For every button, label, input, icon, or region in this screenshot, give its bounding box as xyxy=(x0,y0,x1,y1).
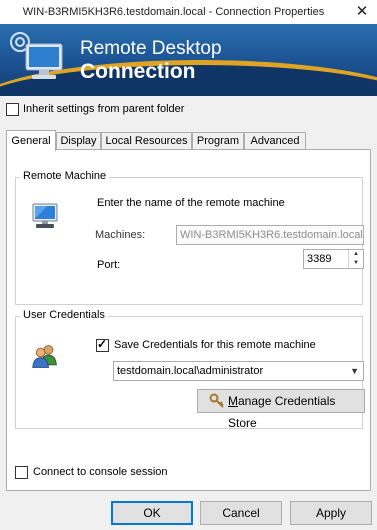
user-credentials-group-title: User Credentials xyxy=(20,309,108,321)
port-field[interactable]: 3389 ▲ ▼ xyxy=(303,249,364,269)
console-session-label: Connect to console session xyxy=(33,466,168,478)
tab-advanced[interactable]: Advanced xyxy=(244,132,306,150)
title-bar: WIN-B3RMI5KH3R6.testdomain.local - Conne… xyxy=(0,0,377,25)
tab-local-resources[interactable]: Local Resources xyxy=(101,132,192,150)
save-credentials-checkbox[interactable] xyxy=(96,337,109,352)
manage-credentials-accel: M xyxy=(228,394,238,408)
remote-machine-instruction: Enter the name of the remote machine xyxy=(97,197,285,209)
remote-machine-group-title: Remote Machine xyxy=(20,170,110,182)
window-title: WIN-B3RMI5KH3R6.testdomain.local - Conne… xyxy=(22,6,325,18)
ok-button[interactable]: OK xyxy=(111,501,193,525)
remote-desktop-logo-icon xyxy=(10,32,63,79)
key-icon xyxy=(209,393,224,408)
port-label: Port: xyxy=(97,259,121,271)
tab-program[interactable]: Program xyxy=(192,132,244,150)
manage-credentials-button[interactable]: Manage Credentials Store xyxy=(197,389,365,430)
cancel-button[interactable]: Cancel xyxy=(200,501,282,525)
computer-icon xyxy=(32,203,58,228)
spin-up-icon[interactable]: ▲ xyxy=(349,250,363,259)
users-icon xyxy=(32,345,57,368)
port-value: 3389 xyxy=(307,253,332,265)
chevron-down-icon[interactable]: ▼ xyxy=(350,362,359,380)
machines-field[interactable]: WIN-B3RMI5KH3R6.testdomain.local xyxy=(176,225,364,245)
apply-button[interactable]: Apply xyxy=(290,501,372,525)
close-icon[interactable]: ✕ xyxy=(353,3,371,21)
tab-general[interactable]: General xyxy=(6,130,56,151)
tab-display[interactable]: Display xyxy=(56,132,101,150)
spin-down-icon[interactable]: ▼ xyxy=(349,259,363,268)
machines-label: Machines: xyxy=(95,229,146,241)
port-stepper[interactable]: ▲ ▼ xyxy=(348,250,363,268)
manage-credentials-label: anage Credentials Store xyxy=(228,394,336,430)
inherit-checkbox[interactable] xyxy=(6,103,19,116)
save-credentials-label: Save Credentials for this remote machine xyxy=(114,339,316,351)
general-tab-panel: Remote Machine Enter the name of the rem… xyxy=(6,149,371,491)
credentials-selected-value: testdomain.local\administrator xyxy=(117,365,264,377)
banner-title-line2: Connection xyxy=(80,60,196,83)
console-session-checkbox[interactable] xyxy=(15,466,28,479)
banner-title-line1: Remote Desktop xyxy=(80,38,222,59)
inherit-label: Inherit settings from parent folder xyxy=(23,103,185,115)
banner: Remote Desktop Connection xyxy=(0,24,377,96)
credentials-dropdown[interactable]: testdomain.local\administrator ▼ xyxy=(113,361,364,381)
